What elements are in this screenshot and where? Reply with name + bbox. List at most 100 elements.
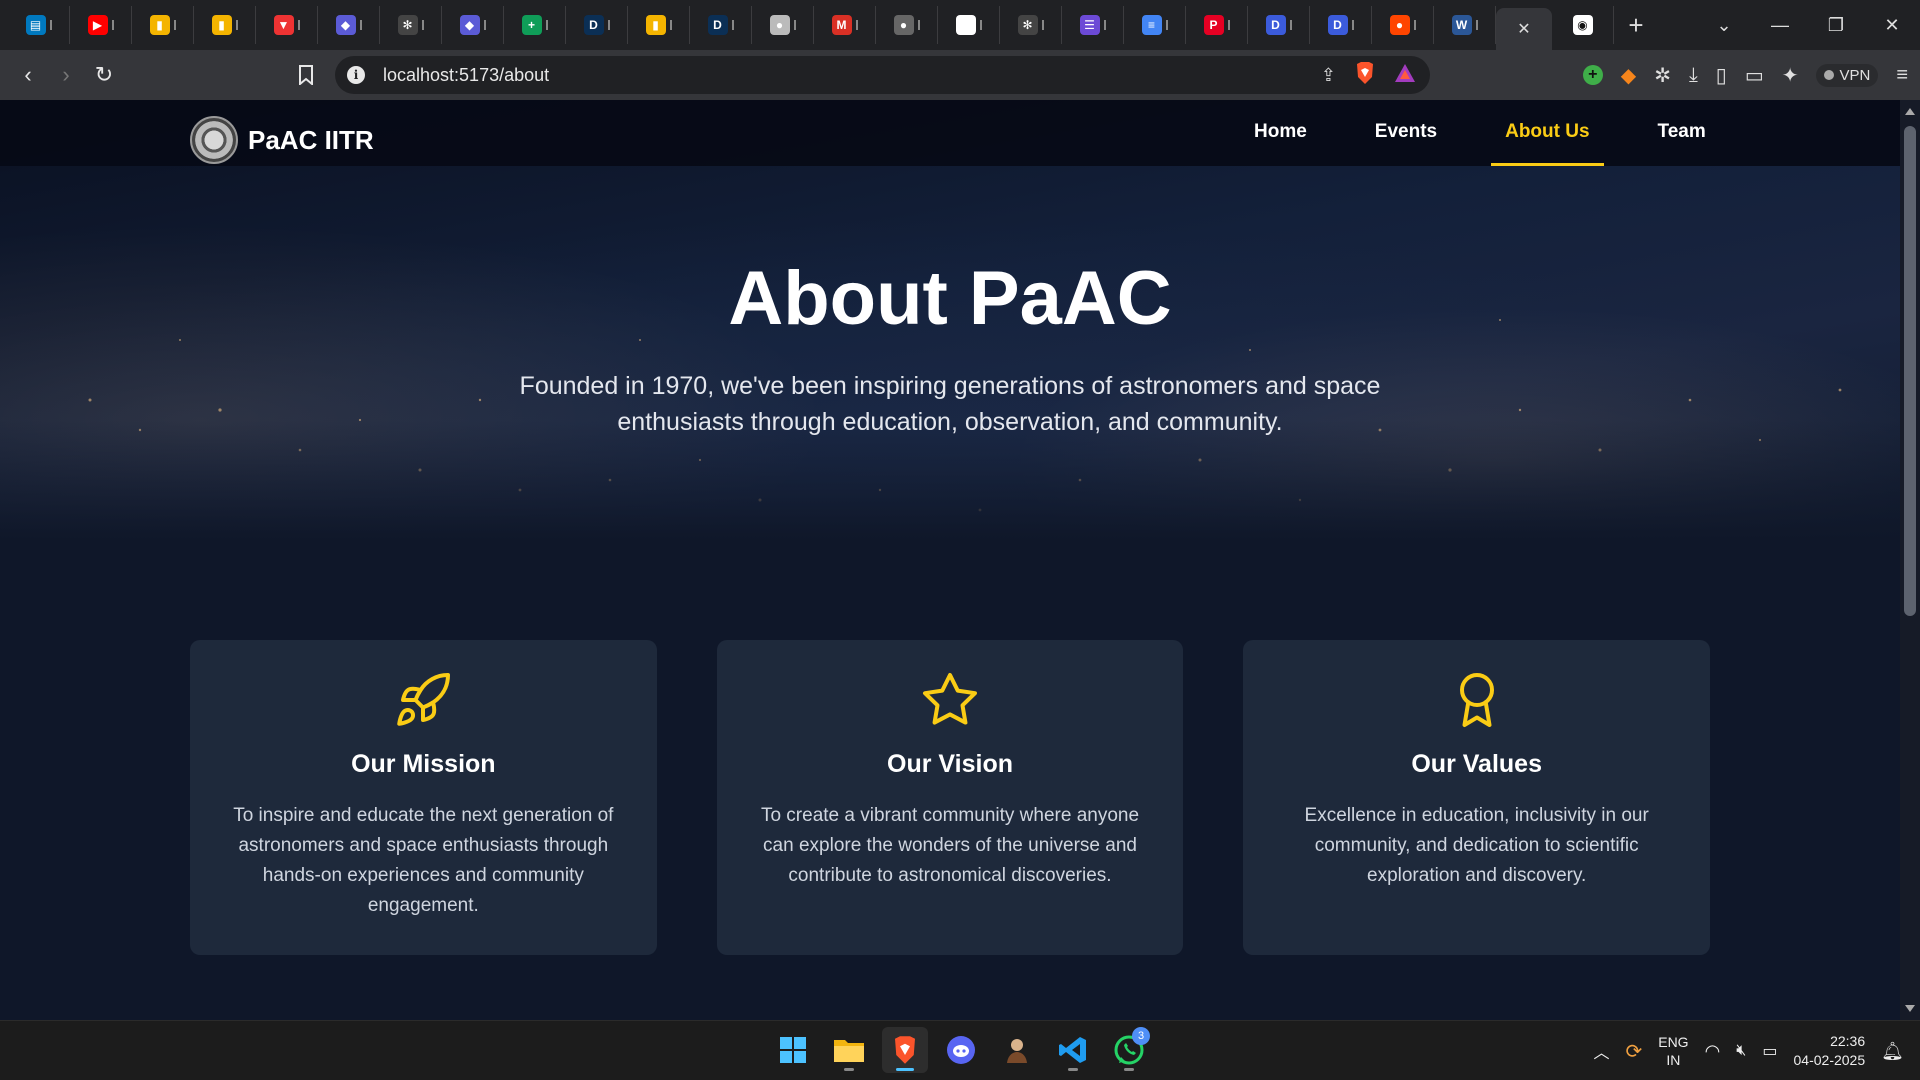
- browser-tab[interactable]: +: [504, 6, 566, 44]
- vpn-button[interactable]: VPN: [1816, 63, 1879, 87]
- scroll-down-arrow-icon[interactable]: [1905, 1005, 1915, 1012]
- browser-tab[interactable]: ●: [1372, 6, 1434, 44]
- browser-tab[interactable]: D: [690, 6, 752, 44]
- github-icon: ◉: [955, 15, 976, 35]
- download-icon[interactable]: ⤓: [1689, 64, 1698, 87]
- browser-tab[interactable]: ●: [876, 6, 938, 44]
- browser-tab[interactable]: ●: [752, 6, 814, 44]
- browser-tab[interactable]: ≡: [1124, 6, 1186, 44]
- running-indicator: [896, 1068, 914, 1071]
- browser-tab[interactable]: ◉: [1552, 6, 1614, 44]
- browser-tab[interactable]: ◆: [318, 6, 380, 44]
- file-explorer-button[interactable]: [826, 1027, 872, 1073]
- browser-tab[interactable]: ✻: [1000, 6, 1062, 44]
- tab-separator: [235, 20, 238, 30]
- tab-separator: [1227, 20, 1230, 30]
- share-icon[interactable]: ⇪: [1321, 65, 1336, 86]
- tab-separator: [669, 20, 672, 30]
- whatsapp-button[interactable]: 3: [1106, 1027, 1152, 1073]
- browser-tab[interactable]: ▮: [628, 6, 690, 44]
- address-bar[interactable]: i localhost:5173/about ⇪: [335, 56, 1430, 94]
- nav-link-home[interactable]: Home: [1240, 100, 1321, 166]
- scrollbar-thumb[interactable]: [1904, 126, 1916, 616]
- scroll-up-arrow-icon[interactable]: [1905, 108, 1915, 115]
- clock[interactable]: 22:36 04-02-2025: [1794, 1032, 1866, 1070]
- nav-link-events[interactable]: Events: [1361, 100, 1451, 166]
- browser-tab[interactable]: D: [1248, 6, 1310, 44]
- browser-tab[interactable]: ☰: [1062, 6, 1124, 44]
- sync-icon[interactable]: ⟳: [1625, 1039, 1642, 1064]
- award-icon: [1459, 673, 1494, 727]
- menu-icon[interactable]: ≡: [1896, 64, 1908, 87]
- nav-link-about-us[interactable]: About Us: [1491, 100, 1604, 166]
- w-icon: W: [1451, 15, 1472, 35]
- start-button[interactable]: [770, 1027, 816, 1073]
- tab-search-chevron-icon[interactable]: ⌄: [1696, 15, 1752, 36]
- brave-browser-button[interactable]: [882, 1027, 928, 1073]
- browser-tab[interactable]: D: [566, 6, 628, 44]
- notifications-icon[interactable]: 🔔︎: [1881, 1041, 1904, 1062]
- reload-button[interactable]: ↻: [86, 57, 122, 93]
- browser-tab[interactable]: ▮: [194, 6, 256, 44]
- browser-tab[interactable]: W: [1434, 6, 1496, 44]
- star-icon: [923, 673, 977, 725]
- site-header: PaAC IITR Home Events About Us Team: [0, 100, 1900, 166]
- browser-tab[interactable]: ▼: [256, 6, 318, 44]
- url-text[interactable]: localhost:5173/about: [383, 65, 549, 86]
- minimize-button[interactable]: —: [1752, 15, 1808, 36]
- brave-rewards-icon[interactable]: [1394, 63, 1416, 88]
- chatgpt-icon: ✻: [397, 15, 418, 35]
- language-indicator[interactable]: ENG IN: [1658, 1033, 1688, 1069]
- tab-strip: ▤ ▶ ▮ ▮ ▼ ◆ ✻ ◆ + D ▮ D ● M ● ◉ ✻ ☰ ≡ P D D ● W ✕ ◉: [0, 0, 1614, 50]
- app-icon: ◆: [335, 15, 356, 35]
- tab-separator: [545, 20, 548, 30]
- active-browser-tab[interactable]: ✕: [1496, 8, 1552, 50]
- browser-tab[interactable]: ◆: [442, 6, 504, 44]
- tab-separator: [173, 20, 176, 30]
- close-window-button[interactable]: ✕: [1864, 15, 1920, 36]
- browser-tab[interactable]: ▶: [70, 6, 132, 44]
- browser-tab[interactable]: ▮: [132, 6, 194, 44]
- forward-button[interactable]: ›: [48, 57, 84, 93]
- lang-line1: ENG: [1658, 1034, 1689, 1050]
- site-info-icon[interactable]: i: [347, 66, 365, 84]
- browser-tab[interactable]: ✻: [380, 6, 442, 44]
- discord-button[interactable]: [938, 1027, 984, 1073]
- tab-separator: [1289, 20, 1292, 30]
- metamask-icon[interactable]: ◆: [1621, 63, 1636, 88]
- extension-plus-icon[interactable]: +: [1582, 65, 1603, 85]
- photos-app-button[interactable]: [994, 1027, 1040, 1073]
- close-tab-icon[interactable]: ✕: [1517, 19, 1530, 39]
- page-scrollbar[interactable]: [1900, 100, 1920, 1020]
- wallet-icon[interactable]: ▭: [1745, 63, 1764, 88]
- extensions-puzzle-icon[interactable]: ✲: [1654, 63, 1671, 88]
- browser-tab[interactable]: ▤: [8, 6, 70, 44]
- avatar-app-icon: [1007, 1039, 1027, 1063]
- card-text: Excellence in education, inclusivity in …: [1304, 805, 1649, 886]
- circle-icon: ●: [769, 15, 790, 35]
- vscode-button[interactable]: [1050, 1027, 1096, 1073]
- card-text: To inspire and educate the next generati…: [233, 805, 614, 916]
- browser-tab[interactable]: D: [1310, 6, 1372, 44]
- browser-tab[interactable]: ◉: [938, 6, 1000, 44]
- leo-ai-icon[interactable]: ✦: [1782, 63, 1799, 88]
- tab-separator: [855, 20, 858, 30]
- show-hidden-icons-chevron-icon[interactable]: ︿: [1593, 1039, 1609, 1063]
- new-tab-button[interactable]: +: [1614, 6, 1658, 44]
- gmail-icon: M: [831, 15, 852, 35]
- battery-icon[interactable]: ▭: [1762, 1041, 1777, 1061]
- wifi-icon[interactable]: ◠: [1705, 1041, 1721, 1062]
- browser-tab[interactable]: P: [1186, 6, 1248, 44]
- back-button[interactable]: ‹: [10, 57, 46, 93]
- web-page: PaAC IITR Home Events About Us Team About P…: [0, 100, 1900, 1020]
- rocket-icon: [397, 672, 451, 726]
- sidebar-icon[interactable]: ▯: [1716, 63, 1727, 88]
- brave-shields-icon[interactable]: [1354, 61, 1376, 90]
- bookmark-icon[interactable]: [288, 57, 324, 93]
- nav-link-team[interactable]: Team: [1644, 100, 1720, 166]
- volume-muted-icon[interactable]: 🔇︎: [1736, 1042, 1746, 1060]
- paac-logo: [190, 116, 238, 164]
- brand-link[interactable]: PaAC IITR: [190, 116, 374, 164]
- restore-button[interactable]: ❐: [1808, 15, 1864, 36]
- browser-tab[interactable]: M: [814, 6, 876, 44]
